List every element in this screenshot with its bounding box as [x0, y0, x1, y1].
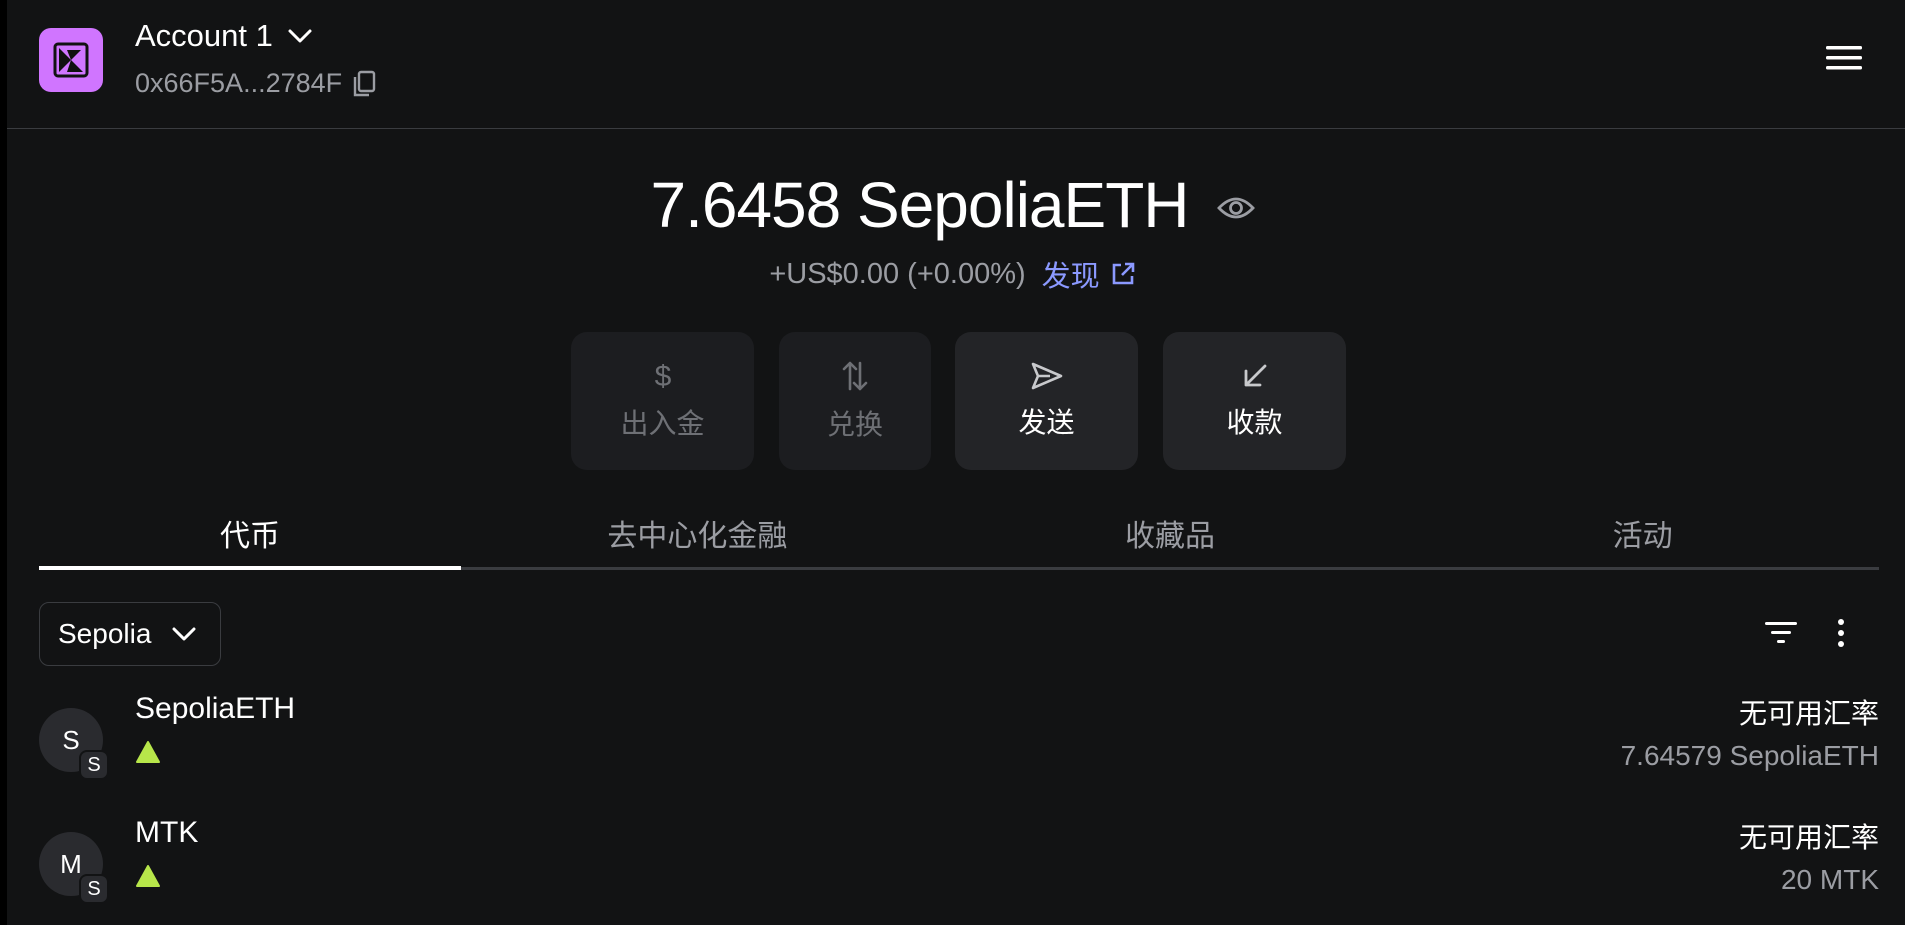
buy-sell-button[interactable]: $ 出入金 [571, 332, 754, 470]
tab-defi[interactable]: 去中心化金融 [461, 498, 934, 567]
token-row[interactable]: M S MTK 无可用汇率 20 MTK [39, 812, 1879, 922]
receive-icon [1244, 364, 1266, 387]
address-row: 0x66F5A...2784F [135, 68, 376, 99]
account-avatar[interactable] [39, 28, 103, 92]
external-link-icon [1112, 262, 1134, 285]
discover-label: 发现 [1041, 261, 1100, 293]
receive-label: 收款 [1226, 407, 1283, 438]
token-row[interactable]: S S SepoliaETH 无可用汇率 7.64579 SepoliaETH [39, 688, 1879, 798]
menu-button[interactable] [1825, 44, 1863, 77]
asset-tabs: 代币 去中心化金融 收藏品 活动 [39, 498, 1879, 570]
copy-address-button[interactable] [352, 70, 376, 98]
account-name: Account 1 [135, 18, 273, 53]
dollar-icon: $ [654, 360, 671, 392]
header: Account 1 0x66F5A...2784F [7, 0, 1905, 129]
chevron-down-icon [288, 29, 312, 43]
swap-label: 兑换 [826, 409, 883, 440]
receive-button[interactable]: 收款 [1163, 332, 1346, 470]
copy-icon [353, 70, 376, 96]
network-filter-dropdown[interactable]: Sepolia [39, 602, 221, 666]
more-vertical-icon [1838, 619, 1844, 647]
token-rate: 无可用汇率 [1738, 822, 1879, 853]
account-logo-icon [53, 42, 89, 78]
balance-change-row: +US$0.00 (+0.00%) 发现 [0, 253, 1905, 295]
account-picker[interactable]: Account 1 [135, 18, 313, 54]
network-badge: S [79, 874, 109, 904]
hamburger-icon [1826, 46, 1862, 70]
balance-change: +US$0.00 (+0.00%) [769, 257, 1026, 290]
network-badge: S [79, 750, 109, 780]
token-name: SepoliaETH [135, 692, 296, 725]
action-buttons: $ 出入金 兑换 发送 收款 [0, 332, 1905, 470]
discover-link[interactable]: 发现 [1042, 253, 1136, 295]
trend-up-icon [135, 864, 161, 893]
more-options-button[interactable] [1836, 618, 1846, 653]
swap-icon [842, 361, 868, 391]
send-icon [1031, 362, 1062, 390]
token-balance: 20 MTK [1780, 864, 1879, 895]
token-rate: 无可用汇率 [1738, 698, 1879, 729]
toggle-balance-visibility-button[interactable] [1216, 194, 1255, 222]
tab-collectibles[interactable]: 收藏品 [934, 498, 1407, 567]
sort-filter-button[interactable] [1764, 620, 1798, 651]
token-balance: 7.64579 SepoliaETH [1620, 740, 1879, 771]
tab-tokens[interactable]: 代币 [39, 498, 461, 570]
account-address: 0x66F5A...2784F [135, 68, 343, 98]
send-button[interactable]: 发送 [955, 332, 1138, 470]
svg-text:$: $ [654, 360, 671, 392]
network-filter-label: Sepolia [58, 618, 152, 649]
token-name: MTK [135, 816, 199, 849]
trend-up-icon [135, 740, 161, 769]
balance-amount: 7.6458 SepoliaETH [650, 169, 1189, 241]
eye-icon [1216, 197, 1255, 219]
filter-icon [1765, 622, 1797, 643]
tab-activity[interactable]: 活动 [1406, 498, 1879, 567]
buy-sell-label: 出入金 [620, 408, 705, 439]
chevron-down-icon [172, 627, 196, 641]
send-label: 发送 [1018, 407, 1075, 438]
balance-section: 7.6458 SepoliaETH [0, 168, 1905, 242]
swap-button[interactable]: 兑换 [779, 332, 931, 470]
